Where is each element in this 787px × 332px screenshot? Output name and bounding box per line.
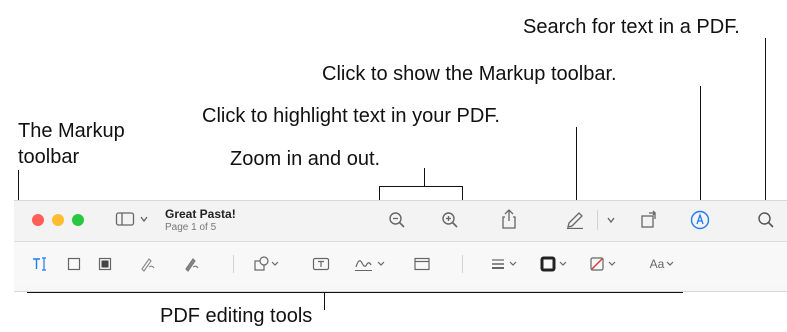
markup-toolbar-callout: The Markup [18,120,125,142]
text-selection-icon[interactable] [32,255,48,273]
zoom-in-icon[interactable] [441,211,459,229]
rectangle-selection-icon[interactable] [66,256,82,272]
chevron-down-icon[interactable] [139,214,149,224]
close-button[interactable] [32,214,44,226]
highlight-pen-icon[interactable] [564,209,586,229]
markup-icon[interactable] [690,210,710,230]
rotate-icon[interactable] [640,209,660,229]
shapes-icon[interactable] [253,255,281,273]
markup-show-callout-line [700,86,701,204]
editing-bracket-bottom [27,292,683,293]
signature-icon[interactable] [353,255,387,273]
zoom-bracket-top [379,186,463,187]
zoom-callout-line [424,168,425,186]
document-title: Great Pasta! [165,207,236,221]
shape-style-icon[interactable] [490,255,520,273]
sketch-icon[interactable] [139,255,157,273]
zoom-out-icon[interactable] [388,211,406,229]
toolbar-divider [597,210,598,230]
editing-callout-line [324,292,325,310]
highlight-callout: Click to highlight text in your PDF. [202,105,500,127]
chevron-down-icon[interactable] [606,215,616,225]
markup-show-callout: Click to show the Markup toolbar. [322,63,617,85]
note-icon[interactable] [413,256,431,272]
search-callout-line [765,38,766,204]
text-style-label: Aa [649,257,665,271]
redact-icon[interactable] [97,256,113,272]
highlight-callout-line [576,127,577,204]
markup-divider [462,255,463,273]
zoom-callout: Zoom in and out. [230,148,381,170]
markup-divider [233,255,234,273]
minimize-button[interactable] [52,214,64,226]
text-style-icon[interactable]: Aa [645,255,681,273]
text-box-icon[interactable] [312,256,330,272]
page-info: Page 1 of 5 [165,222,217,233]
search-callout: Search for text in a PDF. [523,16,740,38]
border-color-icon[interactable] [540,255,570,273]
fill-color-icon[interactable] [589,255,619,273]
zoom-window-button[interactable] [72,214,84,226]
sidebar-icon[interactable] [115,211,135,227]
search-icon[interactable] [757,211,775,229]
markup-toolbar-callout-line2: toolbar [18,146,80,168]
share-icon[interactable] [500,208,518,230]
draw-icon[interactable] [183,255,201,273]
editing-tools-callout: PDF editing tools [160,305,313,327]
